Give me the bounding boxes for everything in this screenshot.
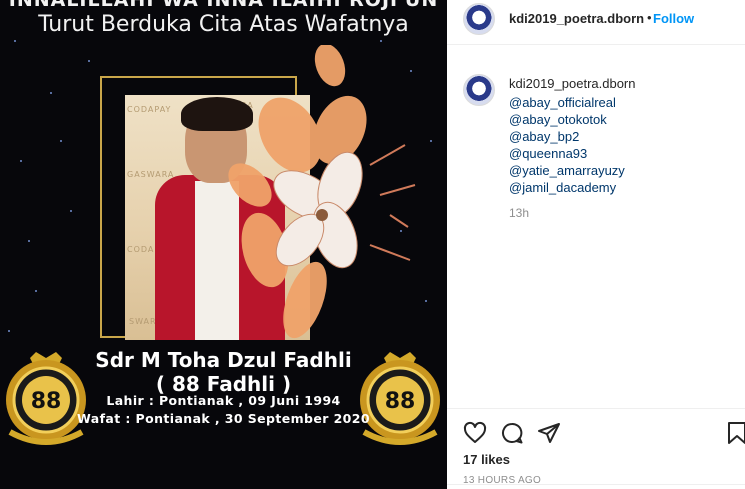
post-author-username[interactable]: kdi2019_poetra.dborn [509,11,644,26]
mention-link[interactable]: @jamil_dacademy [509,179,625,196]
heart-icon[interactable] [463,421,487,445]
avatar[interactable] [463,74,495,106]
bookmark-icon[interactable] [725,421,745,445]
post-panel: kdi2019_poetra.dborn • Follow kdi2019_po… [447,0,745,489]
memorial-header: INNALILLAHI WA INNA ILAIHI ROJI'UN [8,0,439,11]
like-count[interactable]: 17 likes [463,452,510,467]
mention-link[interactable]: @yatie_amarrayuzy [509,162,625,179]
mention-link[interactable]: @queenna93 [509,145,625,162]
flower-decoration-icon [228,45,416,339]
mention-list: @abay_officialreal @abay_otokotok @abay_… [509,94,625,196]
separator-dot: • [647,10,652,25]
divider [447,484,745,485]
post-header: kdi2019_poetra.dborn • Follow [447,0,745,45]
avatar[interactable] [463,3,495,35]
share-icon[interactable] [537,421,561,445]
follow-button[interactable]: Follow [653,11,694,26]
condolence-subtitle: Turut Berduka Cita Atas Wafatnya [38,12,409,37]
comment-icon[interactable] [500,421,524,445]
post-image[interactable]: INNALILLAHI WA INNA ILAIHI ROJI'UN Turut… [0,0,447,489]
death-info: Wafat : Pontianak , 30 September 2020 [77,411,370,426]
mention-link[interactable]: @abay_otokotok [509,111,625,128]
mention-link[interactable]: @abay_officialreal [509,94,625,111]
deceased-name: Sdr M Toha Dzul Fadhli [95,348,352,372]
comment-timestamp[interactable]: 13h [509,206,529,220]
birth-info: Lahir : Pontianak , 09 Juni 1994 [106,393,341,408]
action-bar [447,408,745,452]
comment-username[interactable]: kdi2019_poetra.dborn [509,76,636,91]
mention-link[interactable]: @abay_bp2 [509,128,625,145]
